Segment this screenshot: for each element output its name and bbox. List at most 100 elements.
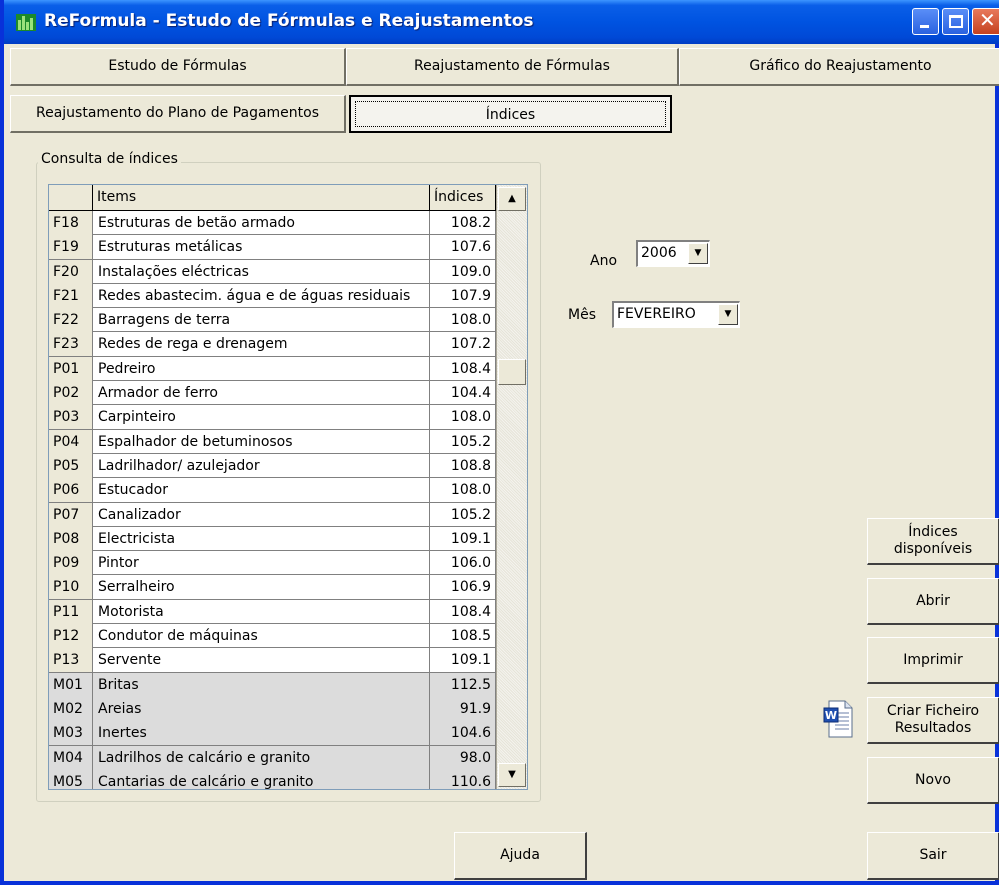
svg-text:W: W [825,709,837,722]
row-item: Barragens de terra [93,308,430,333]
novo-button[interactable]: Novo [867,757,999,804]
row-code: M04 [49,745,93,770]
chevron-down-icon[interactable]: ▼ [688,243,708,264]
row-value: 107.9 [430,283,496,308]
table-row[interactable]: F19 Estruturas metálicas 107.6 [49,235,496,260]
table-row[interactable]: P06 Estucador 108.0 [49,478,496,503]
scroll-down-arrow-icon[interactable]: ▼ [498,763,526,787]
close-icon: ✕ [979,10,996,32]
table-row[interactable]: P01 Pedreiro 108.4 [49,356,496,382]
table-row[interactable]: M01 Britas 112.5 [49,672,496,697]
row-item: Motorista [93,599,430,624]
tab-estudo-formulas[interactable]: Estudo de Fórmulas [10,48,346,86]
tab-grafico-reajustamento[interactable]: Gráfico do Reajustamento [679,48,999,86]
row-value: 98.0 [430,745,496,770]
row-item: Carpinteiro [93,405,430,430]
row-code: P03 [49,405,93,430]
row-value: 91.9 [430,696,496,721]
row-code: P11 [49,599,93,624]
table-row[interactable]: P04 Espalhador de betuminosos 105.2 [49,429,496,454]
table-row[interactable]: P07 Canalizador 105.2 [49,502,496,527]
row-item: Pintor [93,551,430,576]
ano-select[interactable]: 2006 ▼ [636,240,710,267]
sair-button[interactable]: Sair [867,832,999,880]
grid-scrollbar[interactable]: ▲ ▼ [496,185,527,789]
table-row[interactable]: F20 Instalações eléctricas 109.0 [49,259,496,284]
table-row[interactable]: P05 Ladrilhador/ azulejador 108.8 [49,453,496,479]
row-code: P07 [49,502,93,527]
table-row[interactable]: P13 Servente 109.1 [49,648,496,673]
table-row[interactable]: P08 Electricista 109.1 [49,526,496,552]
table-row[interactable]: M02 Areias 91.9 [49,696,496,722]
row-code: P12 [49,624,93,649]
table-row[interactable]: F23 Redes de rega e drenagem 107.2 [49,332,496,357]
maximize-button[interactable] [942,8,969,35]
table-row[interactable]: P09 Pintor 106.0 [49,551,496,576]
table-row[interactable]: P03 Carpinteiro 108.0 [49,405,496,430]
row-value: 108.0 [430,478,496,503]
row-code: F23 [49,332,93,357]
grid-header: Items Índices [49,185,496,211]
row-item: Britas [93,672,430,697]
chevron-down-icon[interactable]: ▼ [718,304,738,325]
row-item: Cantarias de calcário e granito [93,769,430,789]
row-value: 107.2 [430,332,496,357]
close-button[interactable]: ✕ [972,8,999,35]
row-value: 109.1 [430,648,496,673]
row-value: 112.5 [430,672,496,697]
table-row[interactable]: F22 Barragens de terra 108.0 [49,308,496,333]
row-code: P06 [49,478,93,503]
indices-disponiveis-button[interactable]: Índices disponíveis [867,518,999,565]
row-code: P04 [49,429,93,454]
row-code: P08 [49,526,93,551]
table-row[interactable]: P10 Serralheiro 106.9 [49,575,496,600]
table-row[interactable]: M04 Ladrilhos de calcário e granito 98.0 [49,745,496,770]
row-code: F19 [49,235,93,260]
table-row[interactable]: M03 Inertes 104.6 [49,721,496,746]
row-item: Pedreiro [93,356,430,381]
scroll-thumb[interactable] [498,359,526,385]
row-value: 106.9 [430,575,496,600]
tab-reajustamento-plano[interactable]: Reajustamento do Plano de Pagamentos [10,95,346,133]
abrir-button[interactable]: Abrir [867,578,999,625]
table-row[interactable]: F18 Estruturas de betão armado 108.2 [49,211,496,236]
row-value: 104.4 [430,381,496,406]
row-item: Estruturas metálicas [93,235,430,260]
criar-ficheiro-resultados-button[interactable]: Criar Ficheiro Resultados [867,697,999,744]
row-code: P09 [49,551,93,576]
row-code: P01 [49,356,93,381]
table-row[interactable]: P12 Condutor de máquinas 108.5 [49,624,496,649]
row-item: Ladrilhador/ azulejador [93,453,430,478]
row-code: F18 [49,211,93,235]
row-value: 109.0 [430,259,496,284]
mes-select[interactable]: FEVEREIRO ▼ [612,301,740,328]
ajuda-button[interactable]: Ajuda [454,832,587,880]
indices-grid[interactable]: Items Índices F18 Estruturas de betão arm… [48,184,528,790]
table-row[interactable]: M05 Cantarias de calcário e granito 110.6 [49,769,496,789]
row-value: 108.4 [430,356,496,381]
header-items[interactable]: Items [93,185,430,210]
row-value: 105.2 [430,502,496,527]
row-code: P05 [49,453,93,478]
table-row[interactable]: F21 Redes abastecim. água e de águas resi… [49,283,496,309]
row-item: Ladrilhos de calcário e granito [93,745,430,770]
row-item: Redes abastecim. água e de águas residua… [93,283,430,308]
row-value: 104.6 [430,721,496,746]
minimize-button[interactable] [912,8,939,35]
tab-indices[interactable]: Índices [349,95,672,133]
table-row[interactable]: P11 Motorista 108.4 [49,599,496,625]
imprimir-button[interactable]: Imprimir [867,637,999,684]
scroll-up-arrow-icon[interactable]: ▲ [498,187,526,211]
row-value: 105.2 [430,429,496,454]
row-item: Serralheiro [93,575,430,600]
row-value: 108.0 [430,405,496,430]
row-value: 108.4 [430,599,496,624]
row-value: 110.6 [430,769,496,789]
row-value: 108.5 [430,624,496,649]
tab-reajustamento-formulas[interactable]: Reajustamento de Fórmulas [346,48,679,86]
row-code: M01 [49,672,93,697]
title-bar[interactable]: ReFormula - Estudo de Fórmulas e Reajust… [4,0,999,44]
header-code[interactable] [49,185,93,210]
header-indices[interactable]: Índices [430,185,496,210]
table-row[interactable]: P02 Armador de ferro 104.4 [49,381,496,406]
